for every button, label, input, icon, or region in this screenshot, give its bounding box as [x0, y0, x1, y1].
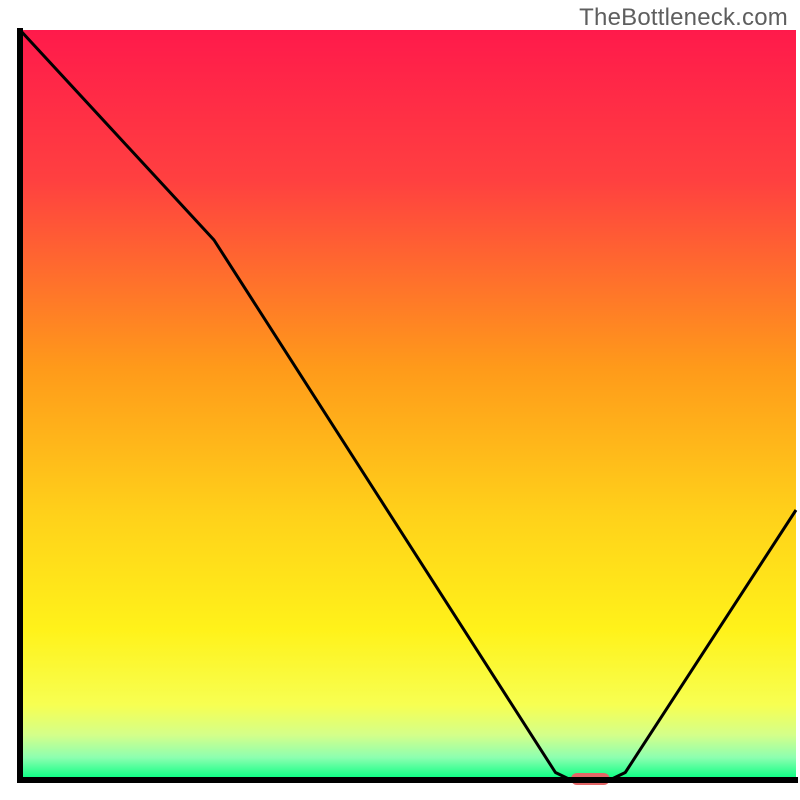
plot-area — [17, 28, 798, 785]
bottleneck-chart: TheBottleneck.com — [0, 0, 800, 800]
watermark-text: TheBottleneck.com — [579, 4, 788, 32]
chart-svg — [0, 0, 800, 800]
gradient-background — [20, 30, 796, 780]
